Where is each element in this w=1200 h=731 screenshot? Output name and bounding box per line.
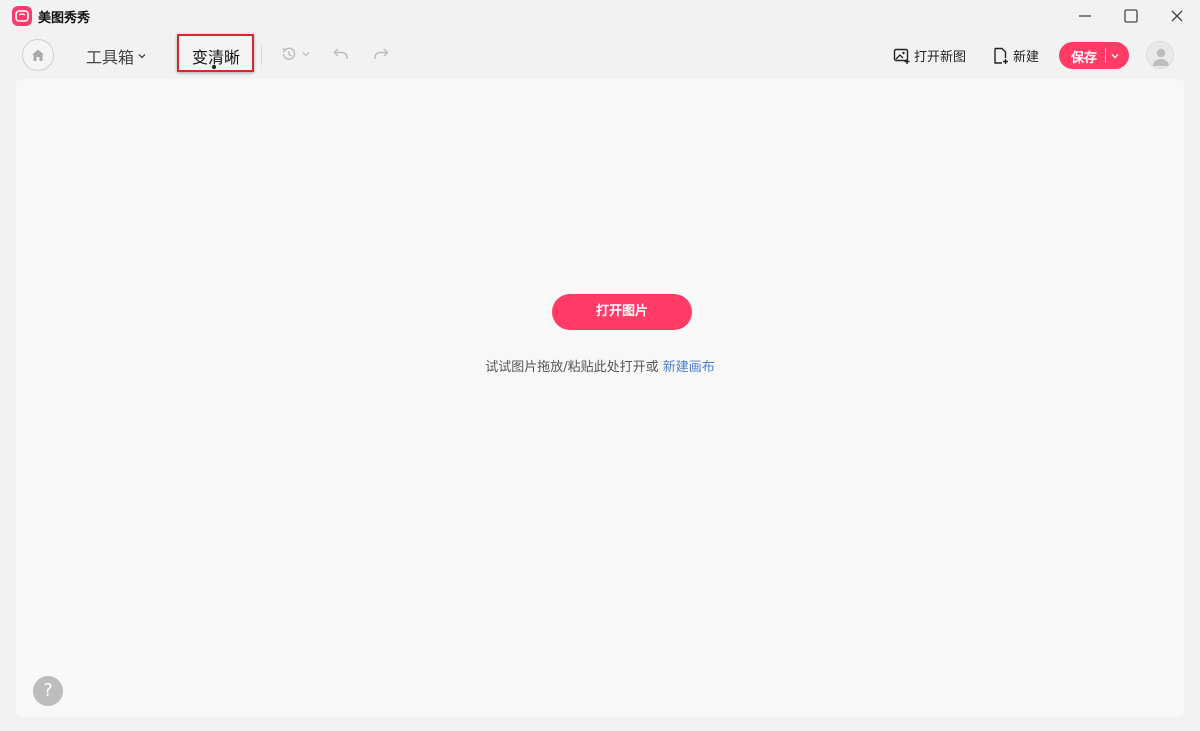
help-button[interactable]: ? — [33, 676, 63, 706]
toolbox-label: 工具箱 — [86, 48, 135, 67]
save-button[interactable]: 保存 — [1059, 42, 1129, 69]
app-title: 美图秀秀 — [38, 11, 91, 26]
new-canvas-link[interactable]: 新建画布 — [663, 360, 715, 375]
undo-button[interactable] — [332, 45, 350, 67]
history-button[interactable] — [280, 45, 311, 63]
tab-enhance-label: 变清晰 — [192, 48, 241, 67]
title-bar: 美图秀秀 — [0, 0, 1200, 32]
open-new-image-button[interactable]: 打开新图 — [893, 46, 966, 65]
user-avatar-icon — [1153, 48, 1169, 66]
save-divider — [1105, 48, 1106, 63]
chevron-down-icon[interactable] — [1109, 50, 1121, 62]
chevron-down-icon — [302, 52, 310, 57]
open-image-button[interactable]: 打开图片 — [552, 294, 692, 330]
chevron-down-icon — [138, 54, 146, 59]
redo-button[interactable] — [372, 45, 390, 67]
save-label: 保存 — [1071, 51, 1098, 66]
redo-icon — [374, 48, 389, 59]
close-icon[interactable] — [1167, 6, 1187, 26]
app-logo-icon — [12, 6, 32, 26]
new-file-icon — [994, 47, 1008, 64]
new-label: 新建 — [1013, 50, 1040, 65]
undo-icon — [333, 48, 348, 59]
toolbox-menu[interactable]: 工具箱 — [86, 44, 147, 68]
drop-hint: 试试图片拖放/粘贴此处打开或 新建画布 — [16, 356, 1184, 375]
home-button[interactable] — [22, 39, 54, 71]
maximize-icon[interactable] — [1121, 6, 1141, 26]
canvas-area[interactable]: 打开图片 试试图片拖放/粘贴此处打开或 新建画布 ? — [16, 79, 1184, 717]
toolbar-divider — [261, 45, 262, 65]
drop-hint-text: 试试图片拖放/粘贴此处打开或 — [485, 360, 663, 375]
active-indicator — [212, 65, 216, 69]
open-new-image-label: 打开新图 — [914, 50, 967, 65]
tab-enhance[interactable]: 变清晰 — [177, 34, 254, 72]
minimize-icon[interactable] — [1075, 6, 1095, 26]
new-button[interactable]: 新建 — [992, 46, 1039, 65]
image-add-icon — [893, 48, 910, 64]
history-icon — [282, 47, 296, 60]
home-icon — [32, 49, 44, 61]
user-avatar[interactable] — [1146, 41, 1174, 69]
